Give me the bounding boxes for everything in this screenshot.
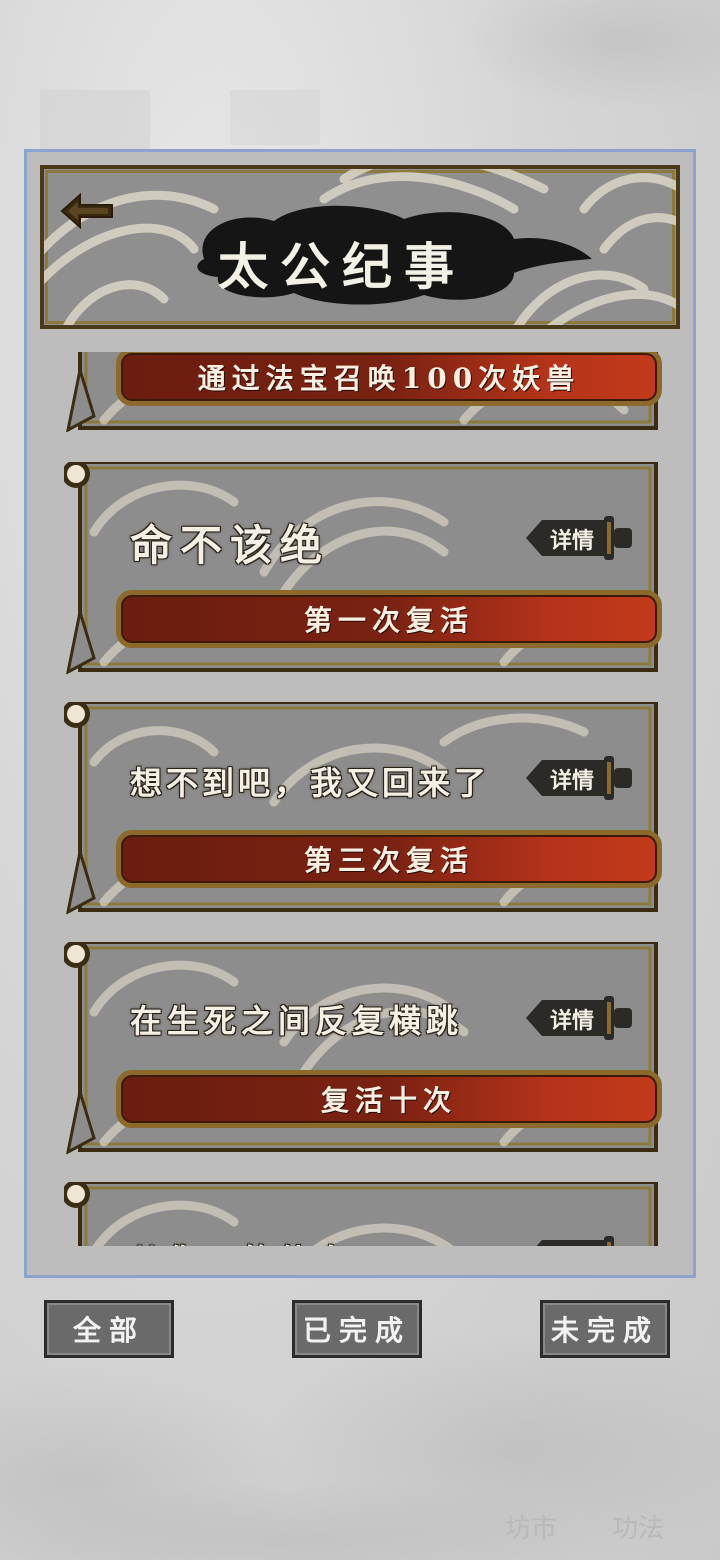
achievement-title: 命不该绝 bbox=[130, 521, 331, 570]
detail-label: 详情 bbox=[549, 528, 594, 554]
task-description: 第三次复活 bbox=[303, 844, 474, 877]
page-title: 太公纪事 bbox=[218, 237, 466, 296]
achievement-title: 从你…的仙身 bbox=[130, 1236, 352, 1246]
task-description: 复活十次 bbox=[320, 1084, 457, 1117]
achievement-list[interactable]: 通过法宝召唤100次妖兽 命不该绝 详情 第一次复活 想不到吧，我又回来了 详情… bbox=[30, 352, 690, 1246]
task-bar: 第一次复活 bbox=[116, 590, 662, 648]
detail-label: 详情 bbox=[542, 1243, 602, 1246]
task-bar: 第三次复活 bbox=[116, 830, 662, 888]
back-arrow-icon bbox=[60, 192, 113, 230]
achievement-header: 太公纪事 bbox=[40, 165, 680, 329]
achievement-card: 想不到吧，我又回来了 详情 第三次复活 bbox=[64, 702, 662, 914]
detail-button[interactable]: 详情 bbox=[524, 1234, 636, 1246]
task-bar: 复活十次 bbox=[116, 1070, 662, 1128]
detail-button[interactable]: 详情 bbox=[524, 514, 636, 562]
detail-button[interactable]: 详情 bbox=[524, 754, 636, 802]
achievement-title: 在生死之间反复横跳 bbox=[130, 1002, 464, 1040]
task-description: 通过法宝召唤100次妖兽 bbox=[197, 362, 581, 395]
achievement-title: 想不到吧，我又回来了 bbox=[130, 764, 491, 802]
achievement-card: 通过法宝召唤100次妖兽 bbox=[64, 352, 662, 432]
tab-incomplete[interactable]: 未完成 bbox=[540, 1300, 670, 1358]
achievement-card: 命不该绝 详情 第一次复活 bbox=[64, 462, 662, 674]
achievement-card: 在生死之间反复横跳 详情 复活十次 bbox=[64, 942, 662, 1154]
detail-label: 详情 bbox=[549, 768, 594, 794]
bg-nav-market: 坊市 bbox=[505, 1514, 558, 1544]
bg-nav-skills: 功法 bbox=[612, 1514, 665, 1544]
detail-label: 详情 bbox=[549, 1008, 594, 1034]
tab-all[interactable]: 全部 bbox=[44, 1300, 174, 1358]
task-bar: 通过法宝召唤100次妖兽 bbox=[116, 352, 662, 406]
tab-completed[interactable]: 已完成 bbox=[292, 1300, 422, 1358]
back-button[interactable] bbox=[58, 189, 116, 233]
achievement-card: 从你…的仙身 详情 bbox=[64, 1182, 660, 1246]
task-description: 第一次复活 bbox=[303, 604, 474, 637]
detail-button[interactable]: 详情 bbox=[524, 994, 636, 1042]
